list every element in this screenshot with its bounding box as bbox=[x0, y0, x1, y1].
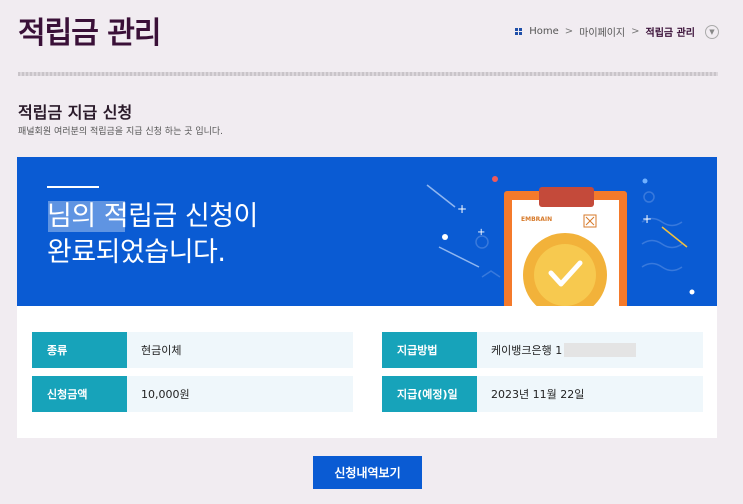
detail-label: 신청금액 bbox=[32, 376, 127, 412]
clipboard-illustration: + + + EMBRAIN bbox=[426, 176, 695, 306]
breadcrumb: Home > 마이페이지 > 적립금 관리 ▼ bbox=[515, 24, 719, 39]
breadcrumb-separator: > bbox=[564, 26, 574, 37]
view-history-button[interactable]: 신청내역보기 bbox=[313, 456, 422, 489]
section-description: 패널회원 여러분의 적립금을 지급 신청 하는 곳 입니다. bbox=[18, 127, 224, 137]
application-details: 종류 현금이체 지급방법 케이뱅크은행 1 신청금액 10,000원 지급(예정… bbox=[17, 306, 717, 438]
section-title: 적립금 지급 신청 bbox=[18, 103, 133, 122]
detail-value: 케이뱅크은행 1 bbox=[477, 332, 703, 368]
detail-label: 지급(예정)일 bbox=[382, 376, 477, 412]
bank-account-text: 케이뱅크은행 1 bbox=[491, 344, 563, 357]
svg-text:+: + bbox=[457, 202, 467, 216]
detail-row-method: 지급방법 케이뱅크은행 1 bbox=[382, 332, 703, 368]
svg-text:+: + bbox=[477, 227, 485, 238]
banner-message: 님의 적립금 신청이 완료되었습니다. bbox=[47, 201, 258, 268]
svg-text:+: + bbox=[642, 212, 652, 226]
detail-row-amount: 신청금액 10,000원 bbox=[32, 376, 353, 412]
detail-value: 2023년 11월 22일 bbox=[477, 376, 703, 412]
detail-value: 10,000원 bbox=[127, 376, 353, 412]
breadcrumb-mypage-link[interactable]: 마이페이지 bbox=[579, 24, 625, 39]
breadcrumb-separator: > bbox=[631, 26, 640, 37]
breadcrumb-home-link[interactable]: Home bbox=[529, 26, 559, 37]
detail-value: 현금이체 bbox=[127, 332, 353, 368]
page-title: 적립금 관리 bbox=[18, 16, 161, 51]
banner-accent-line bbox=[47, 186, 99, 188]
header-divider bbox=[18, 72, 718, 76]
clipboard-brand-text: EMBRAIN bbox=[521, 216, 552, 223]
chevron-down-icon[interactable]: ▼ bbox=[705, 24, 719, 39]
masked-account-number bbox=[564, 343, 637, 357]
detail-label: 지급방법 bbox=[382, 332, 477, 368]
home-icon bbox=[515, 28, 523, 35]
breadcrumb-current: 적립금 관리 bbox=[645, 28, 695, 39]
completion-banner: 님의 적립금 신청이 완료되었습니다. + + + EMBRAIN bbox=[17, 157, 717, 306]
detail-row-type: 종류 현금이체 bbox=[32, 332, 353, 368]
detail-label: 종류 bbox=[32, 332, 127, 368]
detail-row-date: 지급(예정)일 2023년 11월 22일 bbox=[382, 376, 703, 412]
